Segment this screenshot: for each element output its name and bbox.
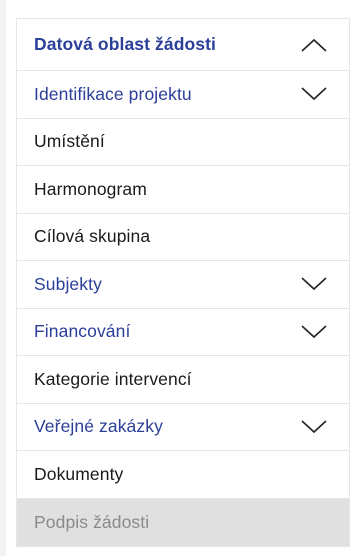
menu-item-label: Harmonogram xyxy=(34,178,147,199)
chevron-up-icon[interactable] xyxy=(297,35,331,55)
menu-item-label: Dokumenty xyxy=(34,463,124,484)
left-accent-bar xyxy=(0,0,6,556)
chevron-down-icon[interactable] xyxy=(297,274,331,294)
menu-item-umisteni[interactable]: Umístění xyxy=(17,118,349,166)
menu-item-identifikace-projektu[interactable]: Identifikace projektu xyxy=(17,71,349,119)
menu-item-verejne-zakazky[interactable]: Veřejné zakázky xyxy=(17,403,349,451)
menu-item-podpis-zadosti: Podpis žádosti xyxy=(17,498,349,546)
application-sections-menu: Datová oblast žádosti Identifikace proje… xyxy=(16,18,350,547)
chevron-down-icon[interactable] xyxy=(297,84,331,104)
menu-item-label: Veřejné zakázky xyxy=(34,416,163,437)
menu-item-label: Cílová skupina xyxy=(34,226,151,247)
menu-item-subjekty[interactable]: Subjekty xyxy=(17,261,349,309)
menu-item-kategorie-intervenci[interactable]: Kategorie intervencí xyxy=(17,356,349,404)
menu-item-label: Identifikace projektu xyxy=(34,83,192,104)
menu-item-label: Kategorie intervencí xyxy=(34,368,192,389)
menu-item-label: Financování xyxy=(34,321,131,342)
chevron-down-icon[interactable] xyxy=(297,417,331,437)
menu-item-label: Datová oblast žádosti xyxy=(34,34,216,54)
menu-item-datova-oblast-zadosti[interactable]: Datová oblast žádosti xyxy=(17,19,349,71)
menu-item-dokumenty[interactable]: Dokumenty xyxy=(17,451,349,499)
menu-item-label: Subjekty xyxy=(34,273,102,294)
menu-item-financovani[interactable]: Financování xyxy=(17,308,349,356)
menu-item-cilova-skupina[interactable]: Cílová skupina xyxy=(17,213,349,261)
menu-item-label: Umístění xyxy=(34,131,105,152)
menu-item-label: Podpis žádosti xyxy=(34,511,150,532)
chevron-down-icon[interactable] xyxy=(297,322,331,342)
menu-item-harmonogram[interactable]: Harmonogram xyxy=(17,166,349,214)
